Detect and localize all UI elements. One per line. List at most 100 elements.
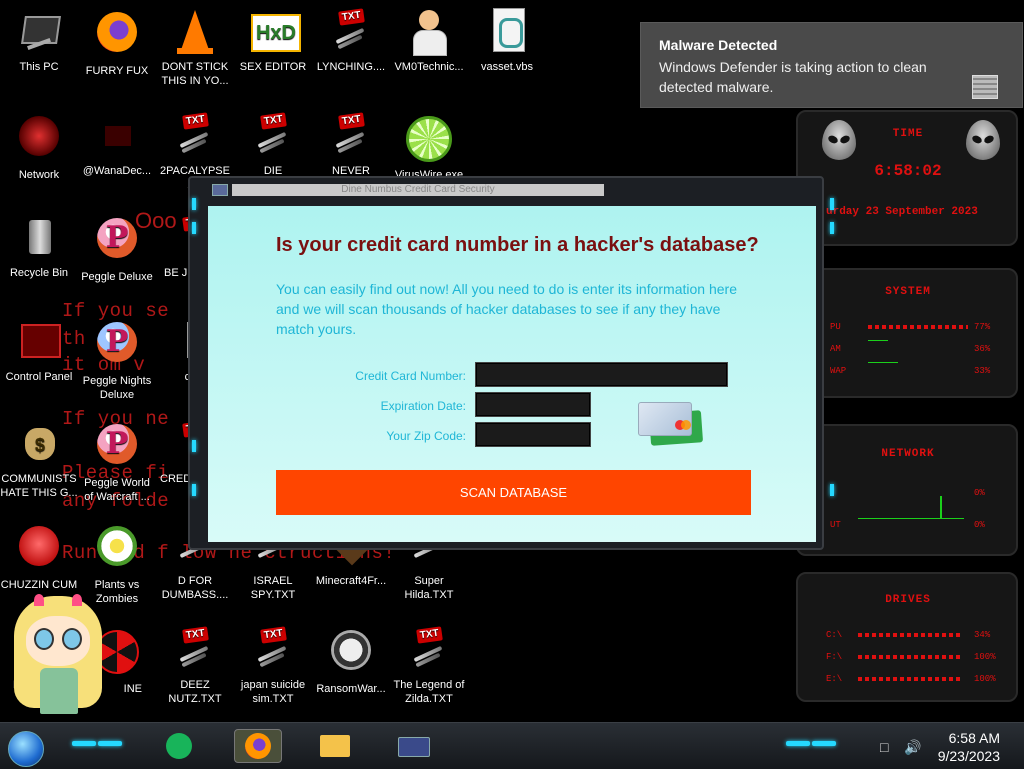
desktop-icon-label: ISRAEL SPY.TXT <box>250 575 296 601</box>
desktop-icon-peggle-deluxe[interactable]: P Peggle Deluxe <box>78 214 156 284</box>
gadget-system-title: SYSTEM <box>885 286 931 298</box>
dialog-body-text: You can easily find out now! All you nee… <box>276 281 737 337</box>
gadget-network-label: UT <box>830 520 841 530</box>
window-title[interactable]: Dine Numbus Credit Card Security <box>232 184 604 196</box>
gadget-drives: DRIVES C:\ 34% F:\ 100% E:\ 100% <box>796 572 1018 702</box>
desktop-icon-label: Network <box>18 169 60 181</box>
desktop-icon-label: Minecraft4Fr... <box>315 575 387 587</box>
desktop-icon-legend-of-zilda[interactable]: TXT The Legend of Zilda.TXT <box>390 626 468 706</box>
money-bag-icon: $ <box>15 420 63 468</box>
desktop-icon-label: RansomWar... <box>316 683 386 695</box>
desktop-icon-deez-nutz[interactable]: TXT DEEZ NUTZ.TXT <box>156 626 234 706</box>
desktop-icon-control-panel[interactable]: Control Panel <box>0 318 78 384</box>
taskbar-explorer-app[interactable] <box>312 729 360 763</box>
windows-orb-icon[interactable] <box>8 731 44 767</box>
window-led <box>830 484 834 496</box>
desktop-icon-peggle-wow[interactable]: P Peggle World of Warcraft ... <box>78 420 156 504</box>
desktop-icon-sex-editor[interactable]: HxD SEX EDITOR <box>234 8 312 74</box>
desktop-icon-label: Plants vs Zombies <box>94 579 140 605</box>
desktop-icon-label: COMMUNISTS HATE THIS G... <box>0 473 78 499</box>
desktop-icon-wanadec[interactable]: @WanaDec... <box>78 112 156 178</box>
taskbar-clock[interactable]: 6:58 AM 9/23/2023 <box>938 729 1000 765</box>
desktop-icon-this-pc[interactable]: This PC <box>0 8 78 74</box>
taskbar-led <box>786 741 810 746</box>
scan-database-button[interactable]: SCAN DATABASE <box>276 470 751 515</box>
notification-body: Windows Defender is taking action to cle… <box>659 59 927 95</box>
gadget-system-label: PU <box>830 322 841 332</box>
taskbar-notes-app[interactable] <box>156 729 204 763</box>
gadget-network-title: NETWORK <box>881 448 935 460</box>
expiration-date-input[interactable] <box>475 392 591 417</box>
desktop-icon-label: VM0Technic... <box>394 61 464 73</box>
desktop-icon-network[interactable]: Network <box>0 112 78 182</box>
hex-editor-icon: HxD <box>249 8 301 56</box>
desktop-icon-recycle-bin[interactable]: Recycle Bin <box>0 214 78 280</box>
credit-card-dialog: Is your credit card number in a hacker's… <box>208 206 816 542</box>
txt-file-icon: TXT <box>171 626 219 674</box>
desktop-icon-dont-stick[interactable]: DONT STICK THIS IN YO... <box>156 8 234 88</box>
desktop-icon-viruswire[interactable]: VirusWire.exe <box>390 112 468 182</box>
desktop-icon-communists[interactable]: $ COMMUNISTS HATE THIS G... <box>0 420 78 500</box>
desktop-icon-label: CHUZZIN CUM <box>0 579 78 591</box>
gadget-system-label: WAP <box>830 366 847 376</box>
taskbar-card-app[interactable] <box>390 729 438 763</box>
card-number-label: Credit Card Number: <box>355 369 466 383</box>
malware-notification[interactable]: Malware Detected Windows Defender is tak… <box>640 22 1023 108</box>
expiration-date-label: Expiration Date: <box>380 399 466 413</box>
credit-cards-icon <box>638 402 704 448</box>
desktop-icon-label: Super Hilda.TXT <box>404 575 454 601</box>
lime-icon <box>405 116 453 164</box>
card-number-input[interactable] <box>475 362 728 387</box>
alien-icon <box>966 120 1000 160</box>
card-window-icon <box>398 737 430 757</box>
script-file-icon <box>483 8 531 56</box>
alien-icon <box>822 120 856 160</box>
gadget-system-value: 36% <box>974 344 991 354</box>
network-tray-icon[interactable]: □ <box>880 739 888 755</box>
folder-icon <box>320 735 350 757</box>
window-led <box>830 198 834 210</box>
desktop-icon-furry-fux[interactable]: FURRY FUX <box>78 8 156 78</box>
desktop-icon-label: Peggle Nights Deluxe <box>82 375 152 401</box>
taskbar-firefox-app[interactable] <box>234 729 282 763</box>
gadget-system: SYSTEM PU 77% AM 36% WAP 33% <box>796 268 1018 398</box>
gadget-drive-label: E:\ <box>826 674 843 684</box>
desktop-icon-vasset-vbs[interactable]: vasset.vbs <box>468 8 546 74</box>
peggle-icon: P <box>93 218 141 266</box>
desktop-icon-label: DEEZ NUTZ.TXT <box>168 679 222 705</box>
desktop-icon-label: This PC <box>19 61 59 73</box>
desktop-icon-label: D FOR DUMBASS.... <box>161 575 229 601</box>
gadget-system-label: AM <box>830 344 841 354</box>
notification-title: Malware Detected <box>659 37 778 53</box>
desktop-icon-vm0technic[interactable]: VM0Technic... <box>390 8 468 74</box>
desktop-icon-label: japan suicide sim.TXT <box>240 679 306 705</box>
window-led <box>192 198 196 210</box>
desktop-icon-pvz[interactable]: Plants vs Zombies <box>78 522 156 606</box>
desktop-icon-label: vasset.vbs <box>481 61 533 73</box>
zip-code-input[interactable] <box>475 422 591 447</box>
desktop-icon-label: Peggle World of Warcraft ... <box>84 477 150 503</box>
taskbar-led <box>72 741 96 746</box>
desktop-icon-ransomware[interactable]: RansomWar... <box>312 626 390 696</box>
vlc-cone-icon <box>171 8 219 56</box>
desktop-icon-never[interactable]: TXT NEVER <box>312 112 390 178</box>
desktop-icon-japan-suicide[interactable]: TXT japan suicide sim.TXT <box>234 626 312 706</box>
window-led <box>192 440 196 452</box>
desktop-icon-label: @WanaDec... <box>82 165 152 177</box>
desktop-icon-label: FURRY FUX <box>85 65 149 77</box>
desktop-icon-peggle-nights[interactable]: P Peggle Nights Deluxe <box>78 318 156 402</box>
window-app-icon <box>212 184 228 196</box>
gadget-system-value: 77% <box>974 322 991 332</box>
chuzzle-icon <box>15 526 63 574</box>
gadget-system-value: 33% <box>974 366 991 376</box>
clock-date: 9/23/2023 <box>937 748 1000 764</box>
gadget-drive-value: 34% <box>974 630 991 640</box>
network-icon <box>15 116 63 164</box>
desktop-icon-lynching[interactable]: TXT LYNCHING.... <box>312 8 390 74</box>
defender-icon <box>972 75 998 99</box>
volume-icon[interactable]: 🔊 <box>904 739 921 756</box>
desktop-icon-chuzzin[interactable]: CHUZZIN CUM <box>0 522 78 592</box>
desktop-icon-die[interactable]: TXT DIE <box>234 112 312 178</box>
gadget-drives-title: DRIVES <box>885 594 931 606</box>
doctor-icon <box>405 8 453 56</box>
